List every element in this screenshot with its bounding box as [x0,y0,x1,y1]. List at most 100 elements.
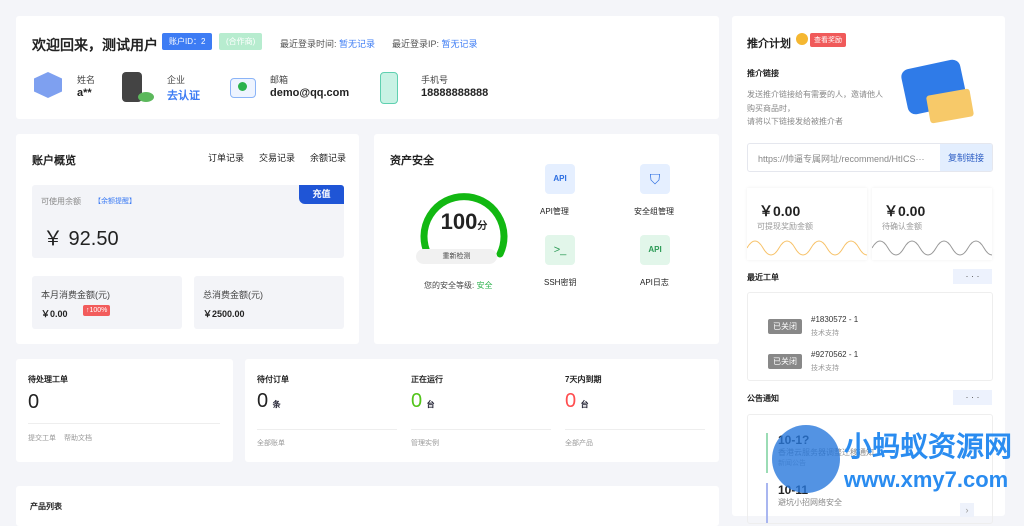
stat-title: 待付订单 [257,375,289,384]
chevron-right-icon[interactable]: › [960,503,974,517]
stat-link[interactable]: 全部产品 [565,438,593,448]
score-unit: 分 [477,221,488,232]
divider [257,429,397,430]
balance-reminder-link[interactable]: 【余额提醒】 [94,196,136,206]
referral-link-title: 推介链接 [747,69,779,78]
referral-desc-line: 发送推介链接给有需要的人，邀请他人 [747,90,883,99]
last-login-time-label: 最近登录时间: [280,39,337,49]
month-spend-label: 本月消费金额(元) [41,290,110,300]
withdrawable-value: ￥0.00 [759,203,801,219]
notice-title: 香港云服务器调整迁移通知 [778,448,874,457]
transaction-records-link[interactable]: 交易记录 [259,151,295,164]
copy-link-button[interactable]: 复制链接 [940,144,992,171]
product-list-card: 产品列表 [16,486,719,526]
ticket-item[interactable]: 已关闭 #1830572 - 1 技术支持 [768,315,968,343]
ticket-id: #9270562 - 1 [811,350,859,359]
notice-item[interactable]: 10-1? 香港云服务器调整迁移通知 新闻公告 [766,433,874,473]
pending-box: ￥0.00 待确认金额 [872,188,992,260]
ssh-terminal-icon[interactable]: >_ [545,235,575,265]
stat-title: 正在运行 [411,375,443,384]
user-avatar-icon [34,72,62,98]
pending-label: 待确认金额 [882,222,922,231]
ticket-status-badge: 已关闭 [768,319,802,334]
referral-desc-line: 购买商品时， [747,104,795,113]
overview-title: 账户概览 [32,155,76,167]
ticket-type: 技术支持 [811,365,839,372]
referral-title: 推介计划 [747,38,791,50]
notice-title: 避坑小招网络安全 [778,498,842,507]
withdrawable-label: 可提现奖励金额 [757,222,813,231]
balance-records-link[interactable]: 余额记录 [310,151,346,164]
coins-icon [138,92,154,102]
referral-url-field[interactable]: https://帅逼专属网址/recommend/HtICS··· 复制链接 [747,143,993,172]
submit-ticket-link[interactable]: 提交工单 [28,433,56,443]
divider [28,423,220,424]
referral-url-value: https://帅逼专属网址/recommend/HtICS··· [758,154,925,164]
security-level-value: 安全 [476,281,493,290]
security-score: 100分 [434,209,494,235]
pending-wave [872,240,992,256]
welcome-title: 欢迎回来，测试用户 [32,37,158,53]
account-id-badge: 账户ID：2 [162,33,213,50]
partner-badge: (合作商) [219,33,263,50]
stat-unit: 台 [580,400,589,409]
last-login-ip-value: 暂无记录 [441,39,478,49]
total-spend-box: 总消费金额(元) ￥2500.00 [194,276,344,329]
phone-icon [380,72,398,104]
help-docs-link[interactable]: 帮助文档 [64,433,92,443]
recharge-button[interactable]: 充值 [299,185,344,204]
ticket-item[interactable]: 已关闭 #9270562 - 1 技术支持 [768,350,968,378]
pending-tickets-card: 待处理工单 0 提交工单 帮助文档 [16,359,233,462]
recent-tickets-more-button[interactable]: · · · [953,269,992,284]
notices-title: 公告通知 [747,394,779,403]
api-manage-link[interactable]: API管理 [540,206,569,217]
recent-tickets-title: 最近工单 [747,273,779,282]
phone-value: 18888888888 [421,87,489,99]
name-label: 姓名 [77,75,96,85]
credit-card-icon [925,88,975,124]
ticket-status-badge: 已关闭 [768,354,802,369]
stat-item: 待付订单 0 条 全部账单 [257,359,399,462]
api-log-icon[interactable]: API [640,235,670,265]
security-group-link[interactable]: 安全组管理 [634,206,674,217]
last-login-ip: 最近登录IP: 暂无记录 [392,37,478,50]
stat-link[interactable]: 管理实例 [411,438,439,448]
notices-list: 10-1? 香港云服务器调整迁移通知 新闻公告 10-11 避坑小招网络安全 › [747,414,993,524]
company-verify-link[interactable]: 去认证 [167,87,200,103]
name-value: a** [77,87,92,99]
pending-tickets-title: 待处理工单 [28,375,68,384]
notice-item[interactable]: 10-11 避坑小招网络安全 [766,483,842,523]
api-manage-icon[interactable]: API [545,164,575,194]
stat-title: 7天内到期 [565,375,602,384]
stat-value-row: 0 条 [257,390,281,413]
stat-value-row: 0 台 [411,390,435,413]
month-spend-value: ￥0.00 [41,309,68,319]
asset-security-card: 资产安全 100分 重新检测 您的安全等级: 安全 API API管理 ⛉ 安全… [374,134,719,344]
stat-unit: 台 [426,400,435,409]
total-spend-value: ￥2500.00 [203,309,245,319]
withdrawable-wave [747,240,867,256]
last-login-time-value: 暂无记录 [339,39,376,49]
ssh-key-link[interactable]: SSH密钥 [544,277,576,288]
stat-link[interactable]: 全部账单 [257,438,285,448]
security-group-shield-icon[interactable]: ⛉ [640,164,670,194]
company-label: 企业 [167,75,186,85]
security-title: 资产安全 [390,155,434,167]
email-value: demo@qq.com [270,87,350,99]
product-list-title: 产品列表 [30,502,62,511]
ticket-id: #1830572 - 1 [811,315,859,324]
email-label: 邮箱 [270,75,289,85]
balance-value: ￥ 92.50 [43,228,119,250]
divider [565,429,705,430]
notices-more-button[interactable]: · · · [953,390,992,405]
view-rewards-badge[interactable]: 查看奖励 [810,33,846,47]
notice-date: 10-11 [778,483,809,497]
medal-icon [796,33,808,45]
notice-tag: 新闻公告 [778,460,806,467]
recheck-button[interactable]: 重新检测 [416,249,497,264]
last-login-time: 最近登录时间: 暂无记录 [280,37,375,50]
ticket-type: 技术支持 [811,330,839,337]
order-records-link[interactable]: 订单记录 [208,151,244,164]
stat-item: 正在运行 0 台 管理实例 [411,359,553,462]
api-log-link[interactable]: API日志 [640,277,669,288]
